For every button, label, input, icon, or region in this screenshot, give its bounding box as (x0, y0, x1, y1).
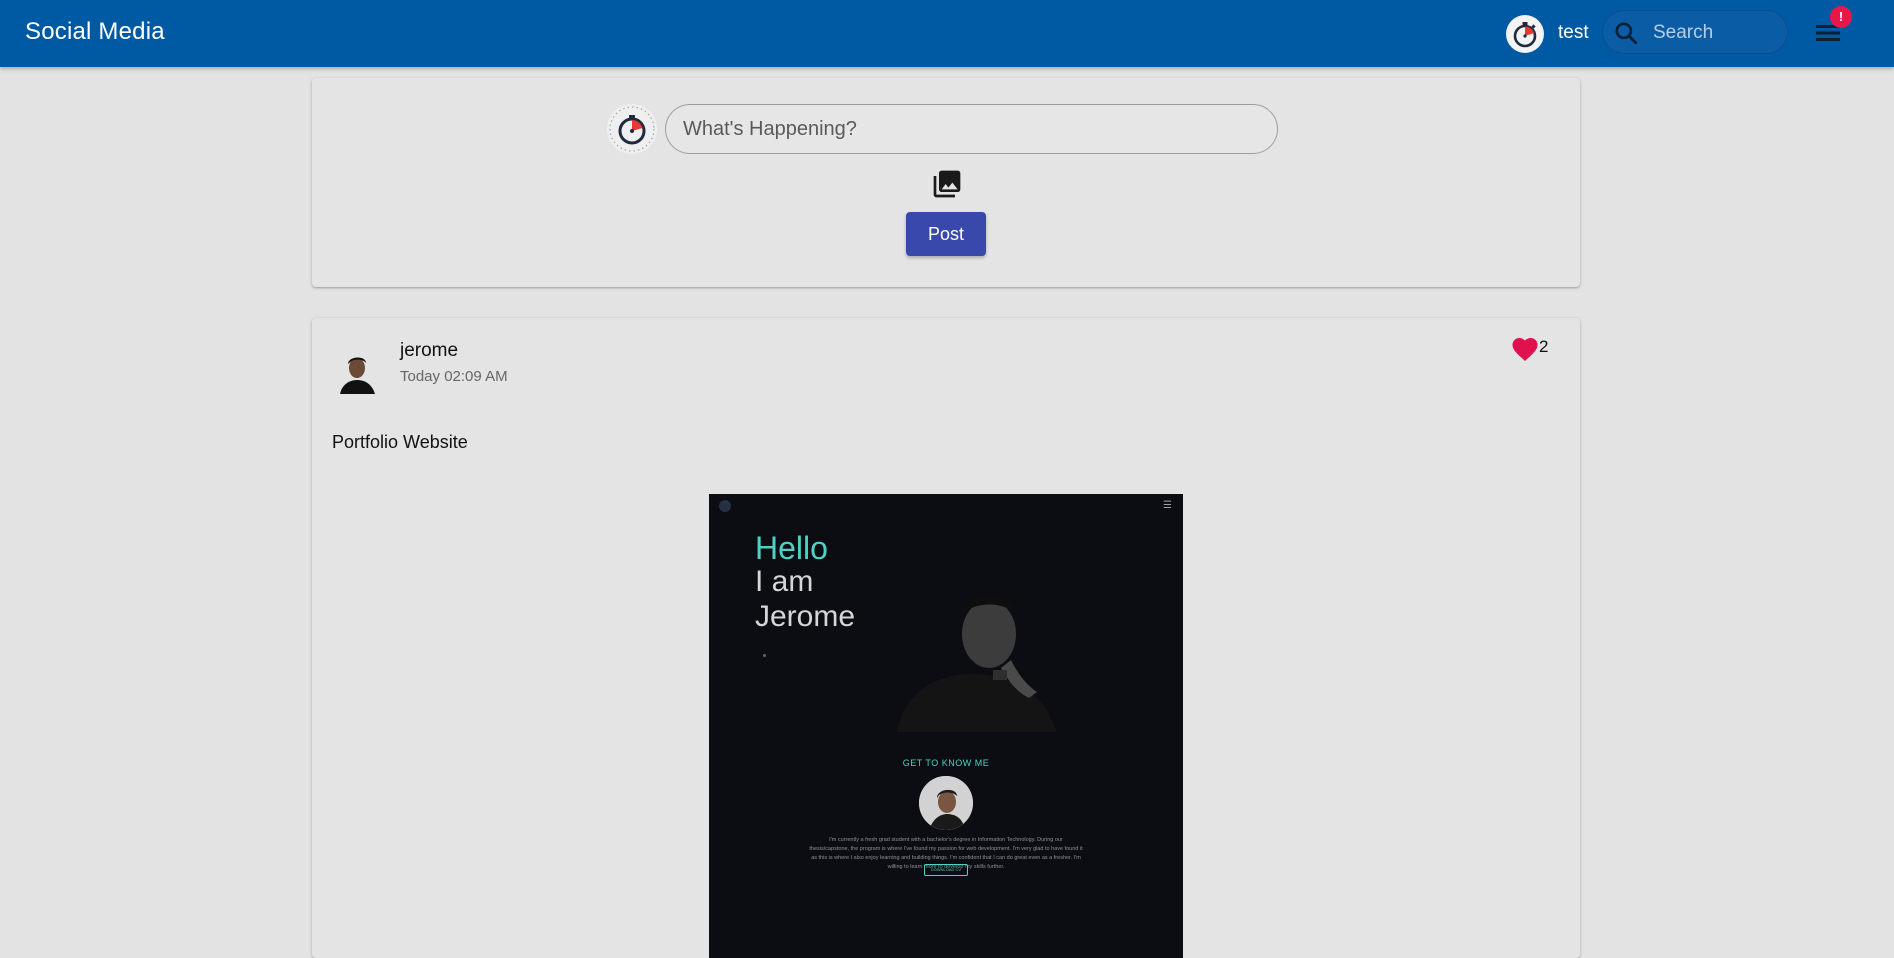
post-author[interactable]: jerome (400, 340, 458, 362)
search-icon (1615, 22, 1638, 45)
author-photo-icon (332, 346, 382, 396)
stopwatch-avatar-icon (607, 104, 657, 154)
add-photo-button[interactable] (931, 168, 963, 200)
app-title[interactable]: Social Media (25, 18, 165, 46)
post-timestamp: Today 02:09 AM (400, 368, 508, 385)
portfolio-logo-icon (719, 500, 731, 512)
post-text: Portfolio Website (332, 432, 468, 452)
post-button[interactable]: Post (906, 212, 986, 256)
composer-avatar (606, 103, 658, 155)
composer-card: Post (312, 78, 1580, 287)
like-count: 2 (1539, 337, 1549, 356)
portfolio-name: Jerome (755, 600, 856, 633)
profile-photo-icon (919, 776, 973, 830)
portfolio-section-title: GET TO KNOW ME (902, 758, 990, 768)
portrait-photo-icon (897, 596, 1057, 732)
stopwatch-avatar-icon (1507, 16, 1543, 52)
whats-happening-input[interactable] (665, 104, 1278, 154)
heart-icon[interactable] (1510, 334, 1540, 362)
portfolio-profile-photo (919, 776, 973, 830)
portfolio-iam: I am (755, 565, 814, 598)
photo-library-icon (933, 170, 961, 198)
portfolio-download-button: DOWNLOAD CV (924, 864, 968, 876)
decorative-dot (763, 654, 766, 657)
app-bar: Social Media test ! (0, 0, 1894, 67)
search-input[interactable] (1653, 19, 1777, 47)
user-avatar[interactable] (1506, 15, 1544, 53)
user-name[interactable]: test (1558, 22, 1589, 44)
notification-badge: ! (1830, 6, 1852, 28)
portfolio-hello: Hello (755, 530, 828, 566)
search-box[interactable] (1602, 10, 1788, 54)
post-card: jerome Today 02:09 AM 2 Portfolio Websit… (312, 318, 1580, 958)
post-image[interactable]: ☰ Hello I am Jerome GET TO KNOW ME I'm c… (709, 494, 1183, 958)
author-avatar[interactable] (332, 346, 382, 396)
portfolio-menu-icon: ☰ (1163, 500, 1172, 511)
